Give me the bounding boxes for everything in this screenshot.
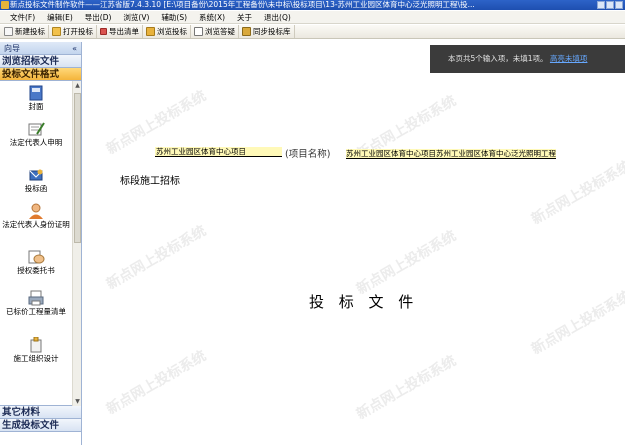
title-bar: 新点投标文件制作软件——江苏省版7.4.3.10 [E:\项目备份\2015年工… (0, 0, 625, 10)
nav-item-bid-letter[interactable]: 投标函 (0, 167, 72, 193)
maximize-button[interactable] (606, 1, 614, 9)
document-view: 新点网上投标系统 新点网上投标系统 新点网上投标系统 新点网上投标系统 新点网上… (85, 42, 625, 445)
export-list-label: 导出清单 (109, 27, 139, 36)
nav-item-label: 法定代表人身份证明 (2, 220, 70, 229)
nav-item-label: 授权委托书 (17, 266, 55, 275)
nav-item-priced-bill[interactable]: 已标价工程量清单 (0, 290, 72, 316)
nav-item-label: 投标函 (24, 184, 48, 193)
nav-header-title: 向导 (4, 43, 20, 53)
browse-answer-button[interactable]: 浏览答疑 (191, 25, 239, 38)
sync-database-icon (242, 27, 251, 36)
menu-bar: 文件(F) 编辑(E) 导出(D) 浏览(V) 辅助(S) 系统(X) 关于 退… (0, 11, 625, 24)
collapse-icon[interactable]: « (72, 44, 77, 53)
wizard-nav-panel: 向导 « 浏览招标文件 投标文件格式 封面 法定代表人申明 投标函 法定代表人身… (0, 42, 82, 445)
open-bid-label: 打开投标 (63, 27, 93, 36)
watermark: 新点网上投标系统 (354, 227, 459, 298)
browse-answer-label: 浏览答疑 (205, 27, 235, 36)
export-list-button[interactable]: 导出清单 (97, 25, 143, 38)
category-generate-bid[interactable]: 生成投标文件 (0, 419, 81, 432)
export-icon (100, 28, 107, 35)
open-folder-icon (52, 27, 61, 36)
sync-bid-list-label: 同步投标库 (253, 27, 291, 36)
handshake-icon (28, 250, 45, 264)
highlight-unfilled-link[interactable]: 高亮未填项 (550, 54, 588, 63)
new-bid-label: 新建投标 (15, 27, 45, 36)
nav-item-legal-rep-statement[interactable]: 法定代表人申明 (0, 121, 72, 147)
menu-about[interactable]: 关于 (231, 11, 258, 24)
menu-exit[interactable]: 退出(Q) (258, 11, 297, 24)
menu-file[interactable]: 文件(F) (4, 11, 41, 24)
nav-item-cover[interactable]: 封面 (0, 85, 72, 111)
project-name-input[interactable]: 苏州工业园区体育中心项目 (155, 147, 282, 157)
sync-bid-list-button[interactable]: 同步投标库 (239, 25, 295, 38)
category-bid-format[interactable]: 投标文件格式 (0, 68, 81, 81)
nav-item-legal-rep-id[interactable]: 法定代表人身份证明 (0, 203, 72, 229)
scroll-down-icon[interactable]: ▼ (74, 397, 81, 406)
app-icon (1, 1, 9, 9)
printer-list-icon (28, 290, 44, 306)
fill-status-notice: 本页共5个输入项，未填1项。 高亮未填项 (430, 45, 625, 73)
toolbar: 新建投标 打开投标 导出清单 浏览投标 浏览答疑 同步投标库 (0, 25, 625, 39)
scroll-up-icon[interactable]: ▲ (74, 81, 81, 90)
nav-items-list: 封面 法定代表人申明 投标函 法定代表人身份证明 授权委托书 已标价工程量清单 … (0, 81, 81, 406)
nav-item-label: 封面 (28, 102, 44, 111)
bid-section-text: 标段施工招标 (120, 176, 180, 187)
minimize-button[interactable] (597, 1, 605, 9)
category-browse-tender[interactable]: 浏览招标文件 (0, 55, 81, 68)
nav-item-label: 施工组织设计 (13, 354, 59, 363)
window-title: 新点投标文件制作软件——江苏省版7.4.3.10 [E:\项目备份\2015年工… (10, 0, 475, 9)
nav-item-power-of-attorney[interactable]: 授权委托书 (0, 249, 72, 275)
new-document-icon (4, 27, 13, 36)
menu-system[interactable]: 系统(X) (193, 11, 231, 24)
watermark: 新点网上投标系统 (354, 352, 459, 423)
menu-view[interactable]: 浏览(V) (117, 11, 155, 24)
project-name-label: (项目名称) (285, 149, 331, 160)
watermark: 新点网上投标系统 (529, 157, 625, 228)
category-other-materials[interactable]: 其它材料 (0, 406, 81, 419)
menu-edit[interactable]: 编辑(E) (41, 11, 79, 24)
browse-bid-label: 浏览投标 (157, 27, 187, 36)
menu-assist[interactable]: 辅助(S) (155, 11, 193, 24)
watermark: 新点网上投标系统 (104, 347, 209, 418)
window-controls (597, 1, 623, 9)
pen-paper-icon (194, 27, 203, 36)
new-bid-button[interactable]: 新建投标 (1, 25, 49, 38)
nav-item-label: 法定代表人申明 (9, 138, 63, 147)
open-bid-button[interactable]: 打开投标 (49, 25, 97, 38)
nav-item-construction-design[interactable]: 施工组织设计 (0, 337, 72, 363)
nav-item-label: 已标价工程量清单 (6, 307, 66, 316)
envelope-icon (29, 169, 43, 181)
browse-bid-button[interactable]: 浏览投标 (143, 25, 191, 38)
book-cover-icon (29, 85, 43, 101)
package-icon (30, 337, 42, 353)
project-full-name-input[interactable]: 苏州工业园区体育中心项目苏州工业园区体育中心泛光照明工程 (346, 149, 556, 159)
watermark: 新点网上投标系统 (529, 287, 625, 358)
menu-export[interactable]: 导出(D) (79, 11, 118, 24)
watermark: 新点网上投标系统 (104, 222, 209, 293)
close-button[interactable] (615, 1, 623, 9)
document-title: 投 标 文 件 (309, 293, 419, 311)
nav-scrollbar[interactable]: ▲ ▼ (72, 81, 81, 406)
browse-folder-icon (146, 27, 155, 36)
nav-header: 向导 « (0, 42, 81, 55)
document-pen-icon (28, 122, 45, 136)
person-id-icon (29, 203, 43, 219)
scroll-thumb[interactable] (74, 93, 81, 243)
notice-text: 本页共5个输入项，未填1项。 (448, 54, 548, 63)
